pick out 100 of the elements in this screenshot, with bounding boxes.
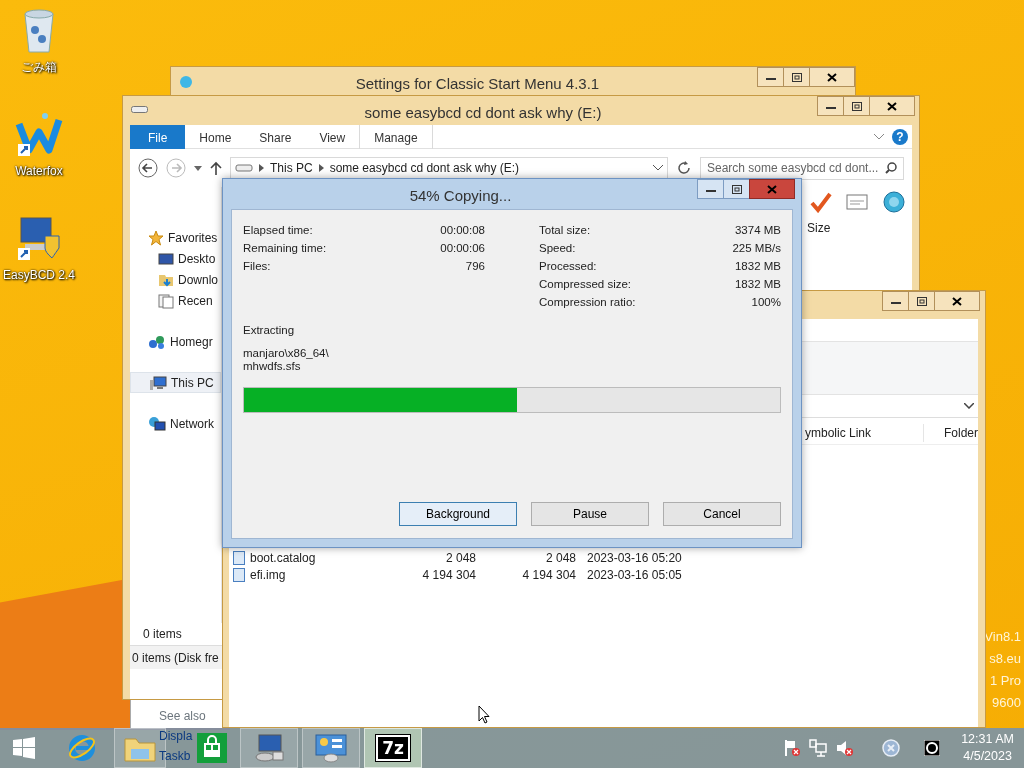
file-name[interactable]: boot.catalog bbox=[250, 550, 316, 565]
stat-value: 100% bbox=[751, 295, 781, 311]
up-arrow-icon[interactable] bbox=[210, 161, 222, 175]
stat-value: 225 MB/s bbox=[732, 241, 781, 257]
x-circle-icon[interactable] bbox=[882, 739, 901, 757]
stat-label: Processed: bbox=[539, 259, 597, 275]
operation-label: Extracting bbox=[243, 323, 296, 338]
globe-icon bbox=[882, 190, 906, 214]
nav-item[interactable]: Recen bbox=[130, 290, 221, 311]
dialog-button[interactable]: Cancel bbox=[663, 502, 781, 526]
close-button[interactable] bbox=[869, 96, 915, 116]
breadcrumb[interactable]: some easybcd cd dont ask why (E:) bbox=[329, 159, 520, 177]
build-info-text: 1 Pro bbox=[989, 673, 1021, 688]
table-cell-text: 2023-03-16 05:20 bbox=[587, 549, 682, 567]
close-button[interactable] bbox=[934, 291, 980, 311]
speaker-muted-icon[interactable] bbox=[836, 739, 855, 757]
drive-icon bbox=[235, 163, 253, 173]
help-button[interactable]: ? bbox=[892, 128, 908, 145]
stat-label: Files: bbox=[243, 259, 271, 275]
caret-down-icon[interactable] bbox=[194, 165, 202, 171]
zigzag-logo-icon[interactable] bbox=[15, 110, 63, 158]
section-heading: See also bbox=[159, 708, 207, 725]
build-info-text: Vin8.1 bbox=[984, 629, 1021, 644]
star-icon bbox=[148, 229, 164, 246]
file-path-text: manjaro\x86_64\ bbox=[243, 347, 330, 361]
flag-error-icon[interactable] bbox=[784, 739, 801, 757]
easybcd-button[interactable] bbox=[240, 728, 298, 768]
ring-tile-icon[interactable] bbox=[924, 740, 941, 756]
chevron-right-icon bbox=[318, 164, 324, 172]
nav-item[interactable]: Favorites bbox=[130, 227, 221, 248]
chevron-down-icon bbox=[653, 165, 663, 171]
nav-item[interactable]: Network bbox=[130, 413, 221, 434]
link[interactable]: Displa bbox=[159, 726, 193, 746]
monitor-disk-icon bbox=[253, 733, 285, 763]
nav-item[interactable]: This PC bbox=[130, 372, 221, 393]
ribbon-tab[interactable]: File bbox=[130, 124, 186, 149]
breadcrumb[interactable]: This PC bbox=[270, 159, 313, 177]
status-text: 0 items bbox=[143, 626, 182, 643]
maximize-button[interactable] bbox=[908, 291, 935, 311]
stat-label: Remaining time: bbox=[243, 241, 327, 257]
stat-value: 1832 MB bbox=[734, 259, 781, 275]
dialog-button[interactable]: Pause bbox=[531, 502, 649, 526]
ribbon-tab[interactable]: Manage bbox=[359, 124, 433, 149]
monitor-shield-icon[interactable] bbox=[15, 214, 63, 262]
stat-label: Elapsed time: bbox=[243, 223, 313, 239]
chevron-down-icon bbox=[874, 133, 884, 140]
column-header[interactable]: Folder bbox=[924, 423, 978, 442]
maximize-button[interactable] bbox=[783, 67, 810, 87]
archiver-button[interactable]: 7z bbox=[364, 728, 422, 768]
nav-item[interactable]: Downlo bbox=[130, 269, 221, 290]
dialog-title: 54% Copying... bbox=[408, 186, 513, 206]
column-header[interactable]: Size bbox=[807, 219, 912, 237]
shopping-bag-icon bbox=[197, 733, 227, 763]
build-info-text: 9600 bbox=[992, 695, 1021, 710]
stat-value: 796 bbox=[465, 259, 485, 275]
column-header[interactable]: ymbolic Link bbox=[803, 423, 924, 442]
close-icon bbox=[952, 296, 962, 306]
stat-label: Compressed size: bbox=[539, 277, 632, 293]
minimize-button[interactable] bbox=[817, 96, 844, 116]
file-name[interactable]: efi.img bbox=[250, 567, 286, 582]
close-icon bbox=[767, 184, 777, 194]
close-button[interactable] bbox=[809, 67, 855, 87]
minimize-button[interactable] bbox=[757, 67, 784, 87]
minimize-button[interactable] bbox=[697, 179, 724, 199]
stat-label: Speed: bbox=[539, 241, 576, 257]
chevron-right-icon bbox=[259, 164, 264, 172]
maximize-button[interactable] bbox=[843, 96, 870, 116]
computer-icon bbox=[149, 374, 167, 391]
dialog-button[interactable]: Background bbox=[399, 502, 517, 526]
chevron-down-icon bbox=[964, 403, 974, 409]
minimize-button[interactable] bbox=[882, 291, 909, 311]
mouse-cursor-icon bbox=[478, 705, 490, 724]
control-panel-button[interactable] bbox=[302, 728, 360, 768]
file-icon bbox=[233, 550, 245, 565]
table-cell-text: 2 048 bbox=[544, 549, 576, 567]
maximize-button[interactable] bbox=[723, 179, 750, 199]
ribbon-tab[interactable]: Home bbox=[185, 124, 246, 149]
refresh-icon[interactable] bbox=[676, 160, 692, 176]
browser-icon bbox=[67, 733, 97, 763]
start-icon bbox=[13, 737, 35, 759]
ribbon-tab[interactable]: Share bbox=[245, 124, 306, 149]
search-field[interactable]: Search some easybcd cd dont... bbox=[700, 156, 904, 180]
file-path-text: mhwdfs.sfs bbox=[243, 360, 302, 374]
stat-value: 3374 MB bbox=[734, 223, 781, 239]
nav-item[interactable]: Homegr bbox=[130, 331, 221, 352]
nav-item[interactable]: Deskto bbox=[130, 248, 221, 269]
stat-label: Compression ratio: bbox=[539, 295, 636, 311]
monitor-icon bbox=[158, 250, 174, 267]
network-icon[interactable] bbox=[809, 739, 828, 757]
checkmark-icon bbox=[810, 191, 832, 213]
ribbon-tab[interactable]: View bbox=[305, 124, 360, 149]
close-icon bbox=[827, 72, 837, 82]
network-spheres-icon bbox=[148, 333, 166, 350]
restore-icon bbox=[851, 101, 862, 111]
link[interactable]: Taskb bbox=[159, 746, 193, 766]
stat-value: 1832 MB bbox=[734, 277, 781, 293]
build-info-text: s8.eu bbox=[989, 651, 1021, 666]
control-panel-icon bbox=[314, 733, 348, 763]
details-text: 0 items (Disk fre bbox=[132, 649, 219, 667]
back-icon[interactable] bbox=[138, 158, 158, 178]
